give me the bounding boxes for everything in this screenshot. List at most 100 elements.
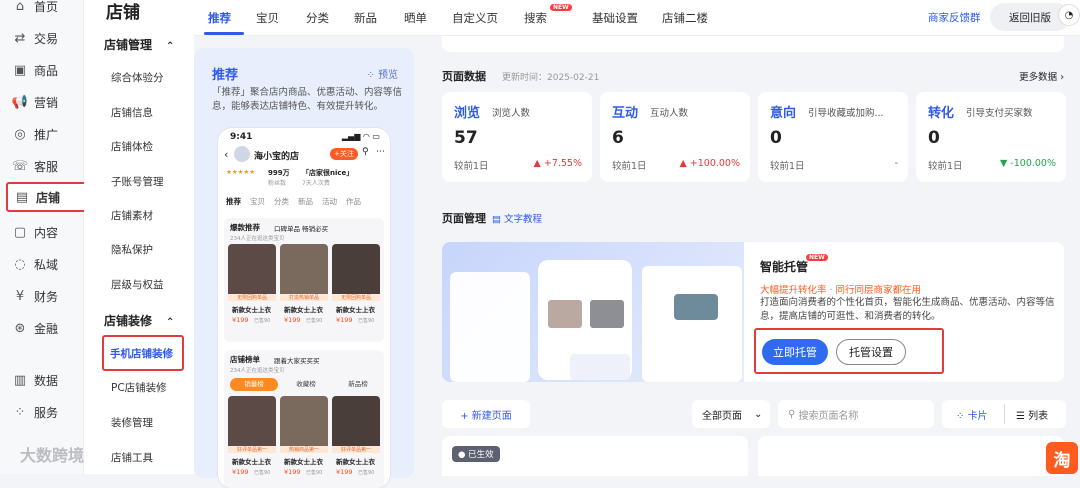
sidebar-link[interactable]: 店铺工具	[111, 450, 153, 465]
page-card-1[interactable]: ● 已生效	[442, 436, 748, 476]
preview-button[interactable]: ⁘ 预览	[366, 66, 398, 81]
sidebar-item-money[interactable]: ⊛ 金融	[12, 316, 58, 340]
more-icon[interactable]: ⋯	[376, 147, 385, 157]
sidebar-item-goods[interactable]: ▣ 商品	[12, 58, 58, 82]
metric-card[interactable]: 转化 引导支付买家数 0 较前1日 ▼ -100.00%	[916, 92, 1066, 182]
sidebar-item-content[interactable]: ▢ 内容	[12, 220, 58, 244]
product-image[interactable]	[280, 244, 328, 300]
arrow-up-icon: ▲	[533, 158, 544, 169]
sidebar-item-home[interactable]: ⌂ 首页	[12, 0, 58, 18]
tutorial-link[interactable]: ▤ 文字教程	[492, 211, 542, 225]
active-tab-indicator	[204, 32, 244, 35]
grid-icon: ⁘	[366, 70, 378, 81]
sidebar-item-private[interactable]: ◌ 私域	[12, 252, 58, 276]
search-icon[interactable]: ⚲	[362, 147, 369, 157]
sidebar-item-label: 数据	[34, 373, 59, 388]
product-image[interactable]	[228, 396, 276, 452]
page-card-2[interactable]	[758, 436, 1064, 476]
tab-1[interactable]: 宝贝	[256, 10, 279, 26]
sidebar-link[interactable]: PC店铺装修	[111, 380, 167, 395]
shop-avatar	[234, 146, 250, 162]
rank-tab[interactable]: 收藏榜	[282, 378, 330, 391]
product-sales: 已售90	[306, 470, 323, 476]
follow-button[interactable]: +关注	[330, 148, 358, 160]
sidebar-link[interactable]: 店铺信息	[111, 105, 153, 120]
tab-4[interactable]: 晒单	[404, 10, 427, 26]
product-image[interactable]	[280, 396, 328, 452]
list-view-button[interactable]: ☰ 列表	[1016, 407, 1048, 422]
sidebar-link[interactable]: 综合体验分	[111, 70, 164, 85]
more-data-link[interactable]: 更多数据 ›	[1019, 69, 1064, 83]
metric-card[interactable]: 浏览 浏览人数 57 较前1日 ▲ +7.55%	[442, 92, 592, 182]
arrow-up-icon: ▲	[679, 158, 690, 169]
rank-tab[interactable]: 新品榜	[334, 378, 382, 391]
tab-5[interactable]: 自定义页	[452, 10, 498, 26]
product-tag: 打造热销单品	[280, 294, 328, 301]
feedback-group-link[interactable]: 商家反馈群	[928, 10, 981, 25]
watermark: 大数跨境	[20, 446, 85, 465]
product-name: 新款女士上衣	[284, 306, 323, 314]
hosting-illustration	[442, 242, 744, 382]
back-icon[interactable]: ‹	[224, 148, 228, 161]
metric-change: ▼ -100.00%	[1000, 158, 1056, 169]
phone-tab[interactable]: 活动	[322, 196, 337, 207]
phone-tab[interactable]: 新品	[298, 196, 313, 207]
product-image[interactable]	[332, 396, 380, 452]
notification-icon[interactable]: ◔	[1058, 4, 1080, 26]
chevron-up-icon: ⌃	[166, 317, 175, 328]
tab-8[interactable]: 店铺二楼	[662, 10, 708, 26]
card-view-button[interactable]: ⁘ 卡片	[956, 407, 988, 422]
taobao-badge[interactable]: 淘	[1046, 442, 1078, 474]
new-page-button[interactable]: + 新建页面	[442, 400, 530, 428]
view-toggle: ⁘ 卡片 ☰ 列表	[942, 400, 1066, 428]
sidebar-item-megaphone[interactable]: 📢 营销	[12, 90, 58, 114]
visits-label: 7天人次费	[302, 180, 330, 187]
sidebar-link[interactable]: 子账号管理	[111, 174, 164, 189]
start-hosting-button[interactable]: 立即托管	[762, 339, 828, 365]
sidebar-link[interactable]: 层级与权益	[111, 277, 164, 292]
store-icon: ▤	[15, 189, 29, 205]
rank-tab[interactable]: 销量榜	[230, 378, 278, 391]
group-store-management[interactable]: 店铺管理 ⌃	[104, 36, 174, 53]
phone-tab[interactable]: 作品	[346, 196, 361, 207]
hosting-settings-button[interactable]: 托管设置	[836, 339, 906, 365]
sidebar-item-promote[interactable]: ◎ 推广	[12, 122, 58, 146]
phone-tab[interactable]: 推荐	[226, 196, 241, 207]
group-store-decoration[interactable]: 店铺装修 ⌃	[104, 312, 174, 329]
metric-subtitle: 浏览人数	[492, 108, 531, 119]
sidebar-link[interactable]: 隐私保护	[111, 242, 153, 257]
sidebar-link[interactable]: 店铺素材	[111, 208, 153, 223]
sidebar-item-service[interactable]: ☏ 客服	[12, 154, 58, 178]
hot-section-note: 234人正在逛这类宝贝	[230, 236, 285, 242]
product-image[interactable]	[228, 244, 276, 300]
product-name: 新款女士上衣	[336, 458, 375, 466]
product-image[interactable]	[332, 244, 380, 300]
tab-0[interactable]: 推荐	[208, 10, 231, 26]
tab-6[interactable]: 搜索 NEW	[524, 4, 572, 26]
page-filter-select[interactable]: 全部页面 ⌄	[692, 400, 770, 428]
sidebar-title: 店铺	[106, 3, 140, 23]
phone-preview: 9:41 ▂▄▆ ◠ ▭ ‹ 海小宝的店 +关注 ⚲ ⋯ ★★★★★ 999万 …	[218, 128, 390, 488]
sidebar-item-data[interactable]: ▥ 数据	[12, 368, 58, 392]
tab-7[interactable]: 基础设置	[592, 10, 638, 26]
metric-card[interactable]: 意向 引导收藏或加购... 0 较前1日 -	[758, 92, 908, 182]
page-search-input[interactable]: ⚲ 搜索页面名称	[778, 400, 934, 428]
tab-3[interactable]: 新品	[354, 10, 377, 26]
rank-section-title: 店铺榜单	[230, 355, 260, 364]
hot-section: 爆款推荐 口碑单品 畅销必买 234人正在逛这类宝贝 无限回购单品 新款女士上衣 ¥…	[224, 218, 384, 342]
sidebar-item-exchange[interactable]: ⇄ 交易	[12, 26, 58, 50]
sidebar-item-mobile-decoration[interactable]: 手机店铺装修	[102, 335, 184, 371]
page-data-title: 页面数据	[442, 70, 486, 83]
sidebar-link[interactable]: 装修管理	[111, 415, 153, 430]
money-icon: ⊛	[14, 320, 26, 336]
sidebar-link[interactable]: 店铺体检	[111, 139, 153, 154]
sidebar-item-service-grid[interactable]: ⁘ 服务	[12, 400, 58, 424]
sidebar-item-store[interactable]: ▤ 店铺	[6, 182, 90, 212]
signal-icon: ▂▄▆ ◠ ▭	[341, 132, 380, 141]
metric-card[interactable]: 互动 互动人数 6 较前1日 ▲ +100.00%	[600, 92, 750, 182]
phone-tab[interactable]: 宝贝	[250, 196, 265, 207]
recommend-panel: 推荐 ⁘ 预览 「推荐」聚合店内商品、优惠活动、内容等信息，能够表达店铺特色、有…	[194, 48, 414, 488]
tab-2[interactable]: 分类	[306, 10, 329, 26]
sidebar-item-finance[interactable]: ¥ 财务	[12, 284, 58, 308]
phone-tab[interactable]: 分类	[274, 196, 289, 207]
